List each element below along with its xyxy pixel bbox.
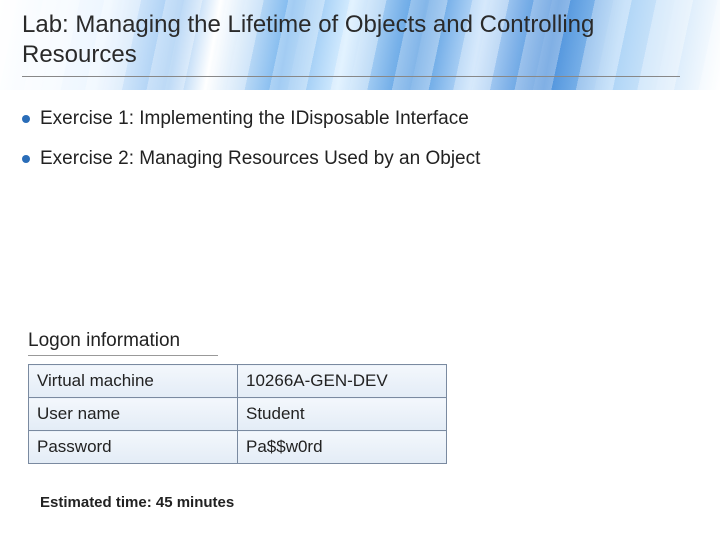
exercise-item: Exercise 2: Managing Resources Used by a…	[22, 146, 698, 172]
logon-heading: Logon information	[28, 330, 218, 356]
table-row: Virtual machine 10266A-GEN-DEV	[29, 365, 447, 398]
exercise-item: Exercise 1: Implementing the IDisposable…	[22, 106, 698, 132]
logon-label: User name	[29, 398, 238, 431]
content-area: Exercise 1: Implementing the IDisposable…	[22, 100, 698, 185]
logon-value: Pa$$w0rd	[238, 431, 447, 464]
logon-value: Student	[238, 398, 447, 431]
slide-title: Lab: Managing the Lifetime of Objects an…	[22, 10, 680, 77]
table-row: User name Student	[29, 398, 447, 431]
exercise-list: Exercise 1: Implementing the IDisposable…	[22, 106, 698, 171]
logon-table: Virtual machine 10266A-GEN-DEV User name…	[28, 364, 447, 464]
table-row: Password Pa$$w0rd	[29, 431, 447, 464]
logon-label: Virtual machine	[29, 365, 238, 398]
estimated-time: Estimated time: 45 minutes	[40, 494, 234, 511]
logon-value: 10266A-GEN-DEV	[238, 365, 447, 398]
logon-label: Password	[29, 431, 238, 464]
